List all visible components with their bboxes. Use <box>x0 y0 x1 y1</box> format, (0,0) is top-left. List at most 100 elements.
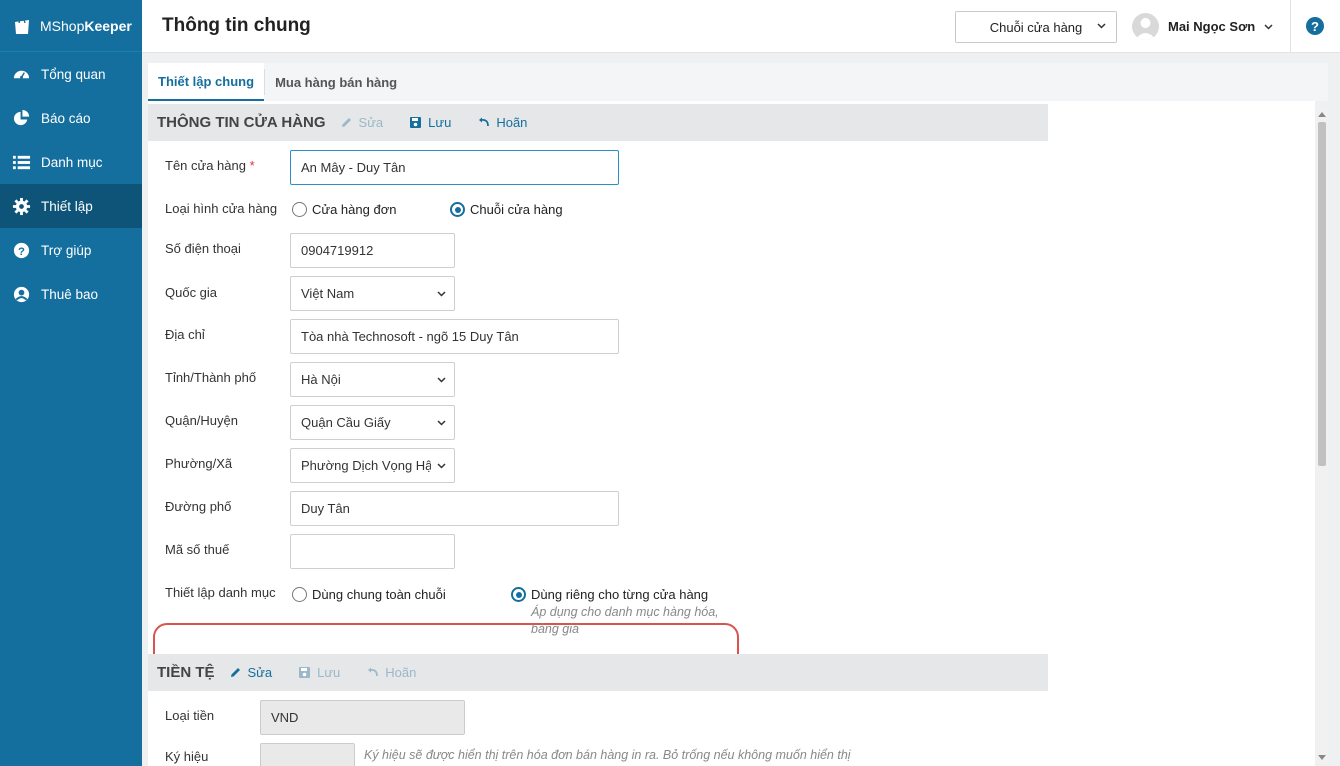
province-label: Tỉnh/Thành phố <box>165 370 257 385</box>
undo-icon <box>479 117 490 127</box>
radio-unchecked <box>292 587 307 602</box>
symbol-hint: Ký hiệu sẽ được hiển thị trên hóa đơn bá… <box>364 748 851 762</box>
phone-label: Số điện thoại <box>165 241 241 256</box>
store-name-label: Tên cửa hàng * <box>165 158 255 173</box>
address-label: Địa chỉ <box>165 327 205 342</box>
edit-label: Sửa <box>247 665 273 680</box>
sidebar-item-thiet-lap[interactable]: Thiết lập <box>0 184 142 228</box>
symbol-label: Ký hiệu <box>165 749 209 764</box>
sidebar-item-label: Tổng quan <box>41 66 106 82</box>
store-scope-value: Chuỗi cửa hàng <box>989 19 1083 35</box>
store-name-field[interactable]: An Mây - Duy Tân <box>290 150 619 185</box>
shopping-bag-icon <box>15 17 29 34</box>
edit-label: Sửa <box>358 115 384 130</box>
radio-unchecked <box>292 202 307 217</box>
pie-chart-icon <box>13 109 30 125</box>
tax-code-label: Mã số thuế <box>165 542 230 557</box>
app-logo[interactable]: MShopKeeper <box>0 0 142 52</box>
section-title: THÔNG TIN CỬA HÀNG <box>157 114 326 131</box>
pencil-icon <box>341 118 351 127</box>
tax-code-field[interactable] <box>290 534 455 569</box>
store-scope-select[interactable]: Chuỗi cửa hàng <box>955 11 1117 43</box>
store-type-single-radio[interactable]: Cửa hàng đơn <box>292 202 396 217</box>
radio-label: Dùng riêng cho từng cửa hàng <box>531 587 709 602</box>
save-button[interactable]: Lưu <box>409 115 451 130</box>
edit-button[interactable]: Sửa <box>229 665 273 680</box>
save-label: Lưu <box>317 665 341 680</box>
settings-panel: THÔNG TIN CỬA HÀNG Sửa Lưu Hoãn Tên cửa … <box>148 101 1315 766</box>
sidebar-item-danh-muc[interactable]: Danh mục <box>0 140 142 184</box>
sidebar-item-thue-bao[interactable]: Thuê bao <box>0 272 142 316</box>
select-value: Hà Nội <box>301 372 341 387</box>
street-field[interactable]: Duy Tân <box>290 491 619 526</box>
sidebar-item-label: Trợ giúp <box>41 242 92 258</box>
tab-thiet-lap-chung[interactable]: Thiết lập chung <box>148 63 265 101</box>
category-separate-radio[interactable]: Dùng riêng cho từng cửa hàng <box>511 587 708 602</box>
phone-field[interactable]: 0904719912 <box>290 233 455 268</box>
undo-icon <box>368 667 379 677</box>
country-label: Quốc gia <box>165 285 218 300</box>
ward-select[interactable]: Phường Dịch Vọng Hậu <box>290 448 455 483</box>
user-circle-icon <box>13 286 30 302</box>
save-button[interactable]: Lưu <box>298 665 340 680</box>
main-content: Thiết lập chung Mua hàng bán hàng THÔNG … <box>142 53 1340 766</box>
scroll-up-arrow[interactable] <box>1318 112 1326 117</box>
save-label: Lưu <box>428 115 452 130</box>
edit-button[interactable]: Sửa <box>340 115 384 130</box>
sidebar-item-label: Báo cáo <box>41 110 91 126</box>
tab-bar: Thiết lập chung Mua hàng bán hàng <box>148 63 1328 101</box>
sidebar-item-label: Thuê bao <box>41 286 99 302</box>
currency-header: TIỀN TỆ Sửa Lưu Hoãn <box>148 654 1048 691</box>
top-header: Thông tin chung Chuỗi cửa hàng Mai Ngọc … <box>142 0 1340 53</box>
category-shared-radio[interactable]: Dùng chung toàn chuỗi <box>292 587 446 602</box>
scroll-down-arrow[interactable] <box>1318 755 1326 760</box>
radio-label: Chuỗi cửa hàng <box>470 202 563 217</box>
floppy-disk-icon <box>410 117 422 128</box>
cancel-button[interactable]: Hoãn <box>366 665 416 680</box>
chevron-down-icon <box>437 377 446 383</box>
chevron-down-icon <box>437 291 446 297</box>
store-type-chain-radio[interactable]: Chuỗi cửa hàng <box>450 202 563 217</box>
chevron-down-icon <box>1264 23 1273 30</box>
country-select[interactable]: Việt Nam <box>290 276 455 311</box>
list-icon <box>12 155 31 169</box>
store-info-header: THÔNG TIN CỬA HÀNG Sửa Lưu Hoãn <box>148 104 1048 141</box>
pencil-icon <box>230 668 240 677</box>
user-name: Mai Ngọc Sơn <box>1168 19 1256 34</box>
help-button[interactable]: ? <box>1306 17 1324 35</box>
radio-checked <box>450 202 465 217</box>
select-value: Việt Nam <box>301 286 355 301</box>
avatar <box>1132 13 1159 40</box>
cancel-button[interactable]: Hoãn <box>477 115 527 130</box>
ward-label: Phường/Xã <box>165 456 233 471</box>
help-circle-icon: ? <box>13 242 30 258</box>
district-label: Quận/Huyện <box>165 413 238 428</box>
dashboard-icon <box>13 70 30 79</box>
street-label: Đường phố <box>165 499 232 514</box>
district-select[interactable]: Quận Cầu Giấy <box>290 405 455 440</box>
sidebar-item-bao-cao[interactable]: Báo cáo <box>0 96 142 140</box>
tab-mua-hang-ban-hang[interactable]: Mua hàng bán hàng <box>265 63 407 101</box>
province-select[interactable]: Hà Nội <box>290 362 455 397</box>
currency-field: VND <box>260 700 465 735</box>
sidebar-item-label: Thiết lập <box>41 198 93 214</box>
select-value: Phường Dịch Vọng Hậu <box>301 458 431 473</box>
page-title: Thông tin chung <box>162 15 311 36</box>
currency-label: Loại tiền <box>165 708 215 723</box>
category-note: Áp dụng cho danh mục hàng hóa, bảng giá <box>531 605 719 636</box>
select-value: Quận Cầu Giấy <box>301 415 391 430</box>
address-field[interactable]: Tòa nhà Technosoft - ngõ 15 Duy Tân <box>290 319 619 354</box>
scroll-thumb[interactable] <box>1318 122 1326 466</box>
sidebar-item-label: Danh mục <box>41 154 103 170</box>
gear-icon <box>12 197 31 215</box>
user-menu[interactable]: Mai Ngọc Sơn <box>1132 13 1273 40</box>
chevron-down-icon <box>437 463 446 469</box>
scrollbar[interactable] <box>1316 108 1328 764</box>
category-setup-label: Thiết lập danh mục <box>165 585 276 600</box>
symbol-field <box>260 743 355 766</box>
cancel-label: Hoãn <box>496 115 528 130</box>
sidebar: MShopKeeper Tổng quan Báo cáo Danh mục T… <box>0 0 142 766</box>
sidebar-item-tro-giup[interactable]: ? Trợ giúp <box>0 228 142 272</box>
floppy-disk-icon <box>299 667 311 678</box>
sidebar-item-tong-quan[interactable]: Tổng quan <box>0 52 142 96</box>
